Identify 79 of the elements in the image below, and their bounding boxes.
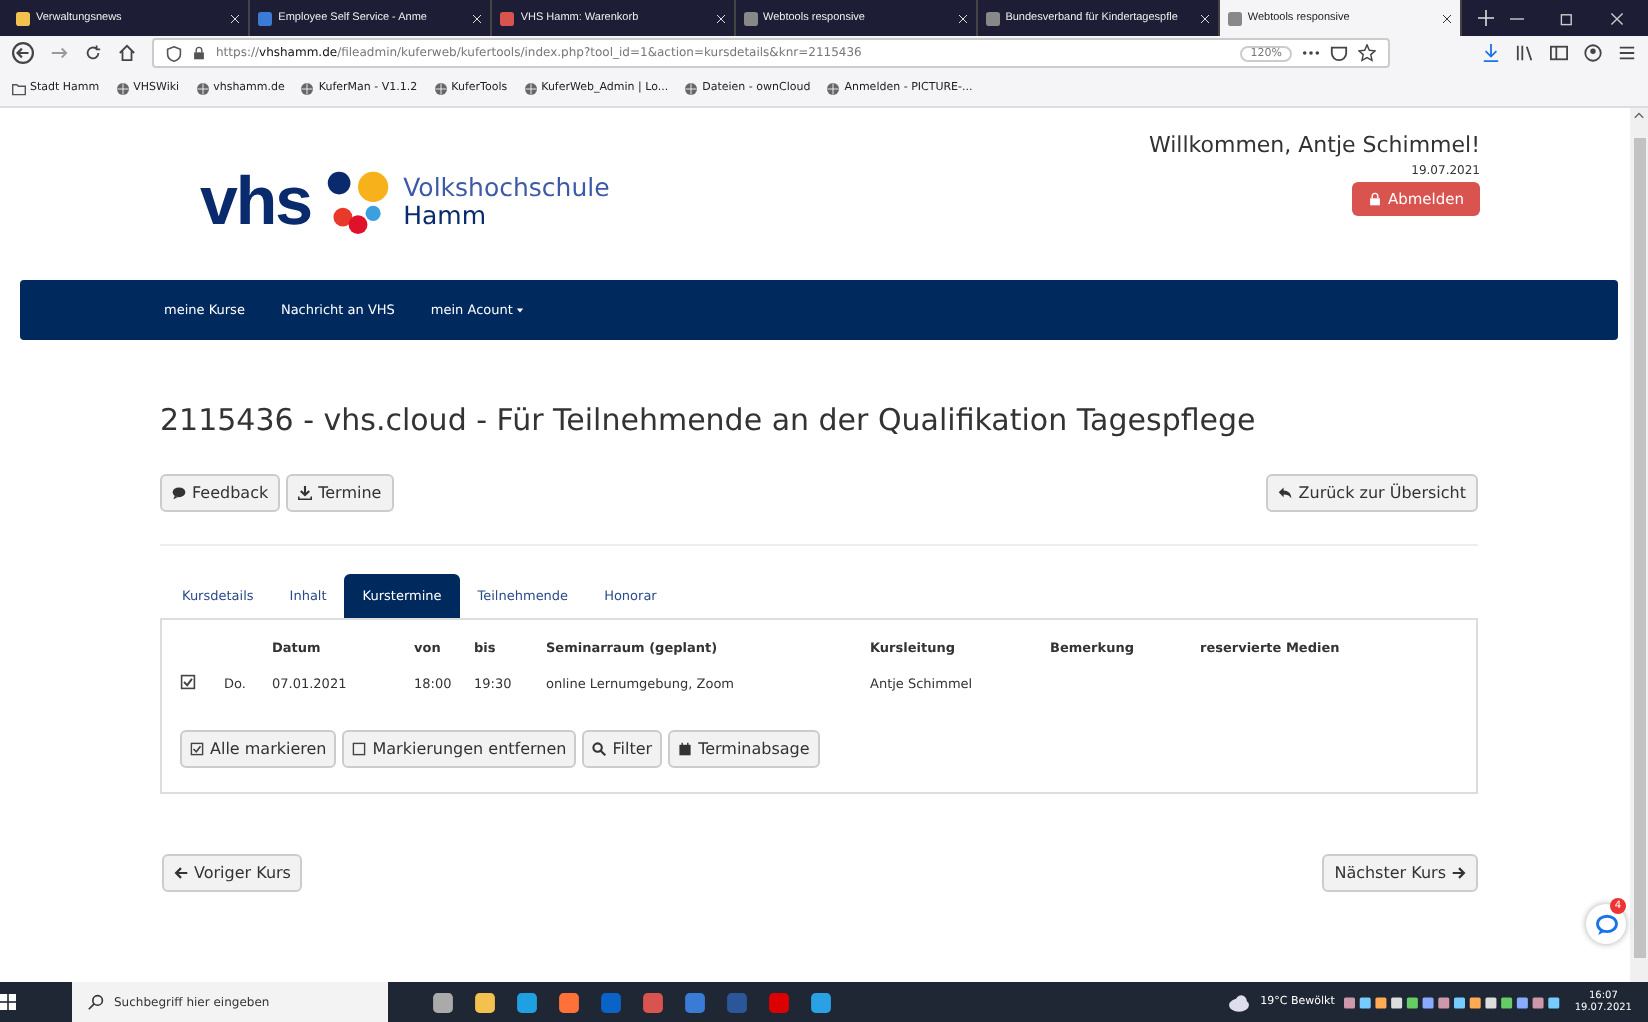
app-icon [642, 991, 664, 1013]
globe-icon [826, 81, 841, 95]
globe-icon [684, 81, 699, 95]
checkbox-icon [352, 742, 367, 756]
app-icon [474, 991, 496, 1013]
left-arrow-icon [174, 866, 188, 880]
globe-icon [523, 81, 538, 95]
restore-icon [1560, 11, 1575, 25]
sidebar-icon [1550, 44, 1568, 62]
speech-bubble-icon [172, 486, 186, 500]
close-icon [230, 13, 241, 23]
forward-icon [50, 44, 68, 62]
globe-icon [115, 81, 130, 95]
table-action-button[interactable]: Terminabsage [668, 730, 820, 768]
back-icon [12, 42, 34, 64]
pocket-icon [1330, 44, 1348, 62]
close-icon [715, 13, 726, 23]
page-icon [500, 11, 515, 25]
globe-icon [195, 81, 210, 95]
page-icon [16, 11, 30, 25]
windows-icon [0, 994, 16, 1010]
globe-icon [300, 81, 315, 95]
back-button[interactable]: Zurück zur Übersicht [1266, 474, 1478, 512]
page-icon [1227, 11, 1242, 25]
page-icon [985, 11, 1000, 25]
search-icon [592, 742, 607, 756]
logo-text: vhs [200, 163, 312, 241]
chat-icon [1595, 913, 1617, 935]
checkbox[interactable] [180, 674, 196, 690]
globe-icon [433, 81, 448, 95]
org-name: Volkshochschule [403, 174, 610, 202]
caret-icon [516, 306, 525, 314]
table-action-button[interactable]: Alle markieren [180, 730, 337, 768]
lock-icon [192, 46, 206, 60]
home-icon [118, 44, 136, 62]
plus-icon [1478, 10, 1495, 26]
dots-logo-icon [323, 166, 392, 238]
close-icon [1610, 11, 1625, 25]
shield-icon [166, 45, 182, 61]
table-action-button[interactable]: Filter [582, 730, 663, 768]
page-icon [258, 11, 273, 25]
close-icon [472, 13, 483, 23]
close-icon [1199, 13, 1210, 23]
app-icon [726, 991, 748, 1013]
star-icon [1358, 44, 1376, 62]
feedback-button[interactable]: Feedback [160, 474, 281, 512]
next-button[interactable]: Nächster Kurs [1322, 854, 1478, 892]
app-icon [810, 991, 832, 1013]
reload-icon [84, 44, 102, 62]
lock-icon [1367, 192, 1382, 206]
page-icon [743, 11, 758, 25]
app-icon [684, 991, 706, 1013]
account-icon [1584, 44, 1602, 62]
close-icon [957, 13, 968, 23]
org-city: Hamm [403, 202, 489, 230]
welcome-text: Willkommen, Antje Schimmel! [1148, 132, 1480, 158]
search-icon [88, 994, 104, 1010]
app-icon [516, 991, 538, 1013]
reply-icon [1278, 486, 1293, 500]
folder-icon [12, 81, 26, 95]
menu-icon [1618, 44, 1636, 62]
app-icon [600, 991, 622, 1013]
cloud-icon [1228, 991, 1251, 1013]
checked-box-icon [190, 742, 204, 756]
app-icon [768, 991, 790, 1013]
right-arrow-icon [1452, 866, 1466, 880]
scrollbar-thumb[interactable] [1633, 138, 1645, 958]
close-icon [1442, 13, 1453, 23]
app-icon [558, 991, 580, 1013]
course-title: 2115436 - vhs.cloud - Für Teilnehmende an der Qualifikation Tagespflege [160, 402, 1258, 438]
scroll-up-icon [1632, 108, 1646, 122]
download-icon [298, 486, 313, 500]
library-icon [1516, 44, 1534, 62]
app-icon [432, 991, 454, 1013]
download-button[interactable]: Termine [286, 474, 394, 512]
table-action-button[interactable]: Markierungen entfernen [342, 730, 577, 768]
previous-button[interactable]: Voriger Kurs [162, 854, 303, 892]
calendar-icon [678, 742, 693, 756]
download-icon [1482, 44, 1500, 62]
